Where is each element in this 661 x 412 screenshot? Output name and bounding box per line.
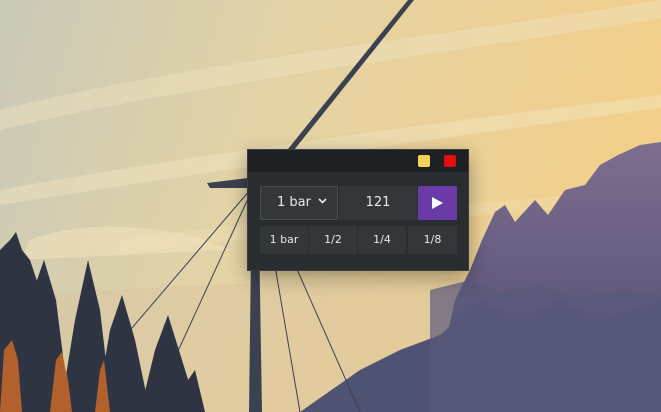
play-button[interactable] bbox=[418, 186, 457, 220]
transport-controls: 1 bar 121 bbox=[260, 186, 457, 220]
bar-length-value: 1 bar bbox=[277, 195, 311, 210]
division-button-1-bar[interactable]: 1 bar bbox=[260, 226, 308, 254]
division-button-1-8[interactable]: 1/8 bbox=[408, 226, 457, 254]
play-icon bbox=[432, 197, 443, 209]
bar-length-select[interactable]: 1 bar bbox=[260, 186, 338, 220]
division-buttons: 1 bar 1/2 1/4 1/8 bbox=[260, 226, 457, 254]
close-button[interactable] bbox=[444, 155, 456, 167]
desktop: 1 bar 121 1 bar 1/2 1/4 1/8 bbox=[0, 0, 661, 412]
division-button-1-2[interactable]: 1/2 bbox=[309, 226, 357, 254]
titlebar bbox=[248, 150, 468, 172]
tempo-input[interactable]: 121 bbox=[339, 186, 417, 220]
minimize-button[interactable] bbox=[418, 155, 430, 167]
metronome-widget: 1 bar 121 1 bar 1/2 1/4 1/8 bbox=[247, 149, 469, 271]
chevron-down-icon bbox=[318, 198, 327, 204]
division-button-1-4[interactable]: 1/4 bbox=[358, 226, 406, 254]
